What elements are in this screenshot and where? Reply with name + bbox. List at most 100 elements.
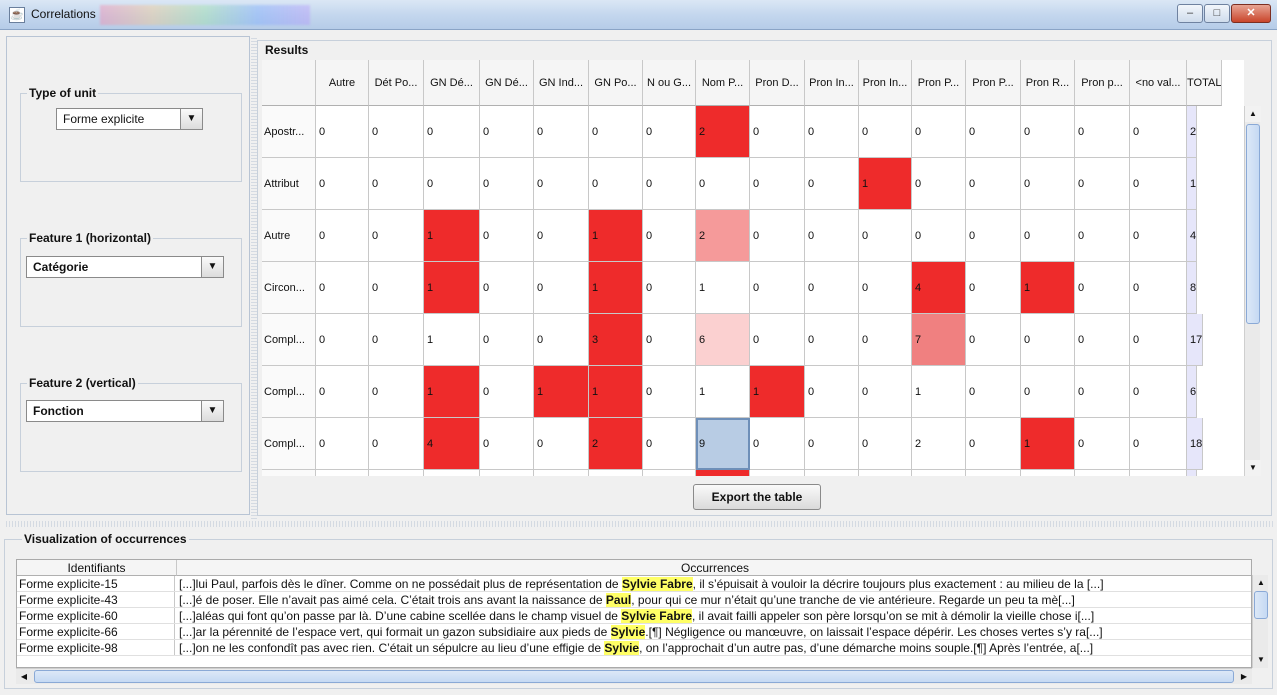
table-cell[interactable]: 2 [696,106,750,158]
total-cell[interactable]: 4 [1187,210,1198,262]
total-cell[interactable]: 18 [1187,418,1204,470]
table-cell[interactable]: 0 [805,418,859,470]
table-cell[interactable]: 0 [859,366,912,418]
table-cell[interactable]: 0 [1075,314,1130,366]
table-cell[interactable]: 0 [643,210,696,262]
row-header[interactable]: Disloc... [262,470,316,476]
table-cell[interactable]: 0 [1130,210,1187,262]
table-cell[interactable]: 0 [966,418,1021,470]
table-cell[interactable]: 0 [369,470,424,476]
table-cell[interactable]: 0 [966,106,1021,158]
table-cell[interactable]: 0 [966,262,1021,314]
column-header-occurrences[interactable]: Occurrences [177,560,1251,576]
scrollbar-thumb[interactable] [1246,124,1260,324]
chevron-down-icon[interactable]: ▼ [180,109,202,129]
column-header[interactable]: Pron In... [805,60,859,106]
table-cell[interactable]: 0 [1021,210,1075,262]
feature2-combo[interactable]: Fonction ▼ [26,400,224,422]
table-cell[interactable]: 0 [424,106,480,158]
scroll-right-arrow-icon[interactable]: ▶ [1236,669,1252,685]
table-cell[interactable]: 0 [316,470,369,476]
column-header[interactable]: Pron D... [750,60,805,106]
column-header[interactable]: <no val... [1130,60,1187,106]
table-cell[interactable]: 0 [480,366,534,418]
table-cell[interactable]: 1 [589,262,643,314]
results-table[interactable]: Autre Dét Po... GN Dé... GN Dé... GN Ind... G… [262,60,1244,476]
table-cell[interactable]: 0 [859,262,912,314]
total-cell[interactable]: 8 [1187,262,1198,314]
chevron-down-icon[interactable]: ▼ [201,401,223,421]
table-cell[interactable]: 4 [912,262,966,314]
table-cell[interactable]: 0 [966,470,1021,476]
table-cell[interactable]: 0 [643,314,696,366]
total-cell[interactable]: 17 [1187,314,1204,366]
table-cell[interactable]: 1 [534,366,589,418]
total-cell[interactable]: 6 [1187,366,1198,418]
list-item[interactable]: Forme explicite-15 [...]lui Paul, parfois… [17,576,1251,592]
column-header[interactable]: Nom P... [696,60,750,106]
table-cell[interactable]: 2 [696,210,750,262]
table-cell[interactable]: 1 [696,470,750,476]
column-header[interactable]: N ou G... [643,60,696,106]
table-cell[interactable]: 0 [966,314,1021,366]
scroll-down-arrow-icon[interactable]: ▼ [1253,652,1269,668]
table-cell[interactable]: 4 [424,418,480,470]
table-cell[interactable]: 0 [912,470,966,476]
table-cell[interactable]: 0 [966,210,1021,262]
scroll-up-arrow-icon[interactable]: ▲ [1245,106,1261,122]
column-header[interactable]: GN Ind... [534,60,589,106]
table-cell[interactable]: 0 [912,106,966,158]
table-cell[interactable]: 0 [1130,262,1187,314]
table-cell[interactable]: 1 [424,366,480,418]
list-item[interactable]: Forme explicite-60 [...]aléas qui font qu… [17,608,1251,624]
table-cell[interactable]: 0 [534,210,589,262]
table-cell[interactable]: 0 [750,210,805,262]
scroll-up-arrow-icon[interactable]: ▲ [1253,575,1269,591]
maximize-button[interactable]: □ [1204,4,1230,23]
table-cell[interactable]: 0 [805,210,859,262]
table-cell[interactable]: 1 [912,366,966,418]
table-cell[interactable]: 0 [859,210,912,262]
row-header[interactable]: Compl... [262,314,316,366]
table-cell[interactable]: 0 [534,106,589,158]
row-header[interactable]: Circon... [262,262,316,314]
table-cell[interactable]: 0 [1130,366,1187,418]
table-cell[interactable]: 1 [424,262,480,314]
table-cell[interactable]: 7 [912,314,966,366]
column-header[interactable]: GN Dé... [480,60,534,106]
close-button[interactable]: ✕ [1231,4,1271,23]
table-cell[interactable]: 0 [643,470,696,476]
table-cell[interactable]: 0 [805,314,859,366]
table-cell[interactable]: 1 [750,366,805,418]
table-cell[interactable]: 0 [912,158,966,210]
column-header[interactable]: Pron P... [912,60,966,106]
table-cell[interactable]: 0 [859,106,912,158]
table-cell[interactable]: 0 [696,158,750,210]
table-cell[interactable]: 0 [316,158,369,210]
table-cell[interactable]: 0 [316,210,369,262]
table-cell[interactable]: 0 [1075,418,1130,470]
table-cell[interactable]: 0 [1021,366,1075,418]
column-header[interactable]: GN Dé... [424,60,480,106]
table-cell[interactable]: 0 [859,470,912,476]
table-cell[interactable]: 0 [424,158,480,210]
table-cell[interactable]: 0 [369,106,424,158]
list-item[interactable]: Forme explicite-98 [...]on ne les confond… [17,640,1251,656]
table-cell[interactable]: 0 [1075,106,1130,158]
table-cell[interactable]: 0 [1130,106,1187,158]
total-cell[interactable]: 1 [1187,470,1198,476]
table-cell[interactable]: 0 [643,262,696,314]
table-cell[interactable]: 0 [643,106,696,158]
horizontal-splitter[interactable] [4,521,1273,527]
table-cell[interactable]: 0 [369,158,424,210]
table-cell[interactable]: 0 [859,418,912,470]
table-cell[interactable]: 0 [750,158,805,210]
table-cell[interactable]: 0 [316,314,369,366]
table-cell[interactable]: 0 [480,262,534,314]
table-cell[interactable]: 9 [696,418,750,470]
occurrences-vertical-scrollbar[interactable]: ▲ ▼ [1252,575,1268,668]
table-cell[interactable]: 0 [805,470,859,476]
table-cell[interactable]: 0 [316,106,369,158]
table-cell[interactable]: 0 [750,106,805,158]
table-cell[interactable]: 0 [1021,106,1075,158]
